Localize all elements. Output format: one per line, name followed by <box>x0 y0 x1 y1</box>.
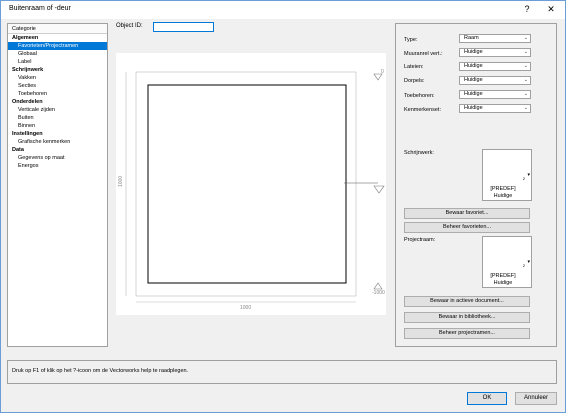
joinery-label: Schrijnwerk: <box>404 150 434 156</box>
category-group[interactable]: Instellingen <box>8 130 107 138</box>
category-item[interactable]: Secties <box>8 82 107 90</box>
chevron-down-icon: ⌄ <box>523 77 528 83</box>
title-bar: Buitenraam of -deur ? ✕ <box>1 1 565 19</box>
object-id-input[interactable] <box>153 22 214 32</box>
joinery-thumbnail[interactable]: [PREDEF] Huidige 2 ▾ <box>482 149 532 201</box>
lintels-value: Huidige <box>464 63 483 69</box>
sills-value: Huidige <box>464 77 483 83</box>
type-label: Type: <box>404 37 418 43</box>
category-group[interactable]: Data <box>8 146 107 154</box>
chevron-down-icon: ⌄ <box>523 49 528 55</box>
category-item[interactable]: Energos <box>8 162 107 170</box>
chevron-down-icon: ⌄ <box>523 35 528 41</box>
save-in-library-button[interactable]: Bewaar in bibliotheek... <box>404 312 530 323</box>
category-group[interactable]: Onderdelen <box>8 98 107 106</box>
joinery-thumbnail-sub: Huidige <box>493 193 513 199</box>
type-value: Raam <box>464 35 479 41</box>
category-item[interactable]: Favorieten/Projectramen <box>8 42 107 50</box>
wall-detail-select[interactable]: Huidige ⌄ <box>459 48 531 57</box>
category-item[interactable]: Vakken <box>8 74 107 82</box>
category-item[interactable]: Globaal <box>8 50 107 58</box>
category-group[interactable]: Algemeen <box>8 34 107 42</box>
joinery-thumbnail-num: 2 <box>522 176 525 181</box>
manage-favorites-button[interactable]: Beheer favorieten... <box>404 222 530 233</box>
cancel-button[interactable]: Annuleer <box>515 392 557 405</box>
category-items: Algemeen Favorieten/Projectramen Globaal La… <box>8 34 107 170</box>
lintels-label: Lateien: <box>404 64 424 70</box>
project-window-thumbnail-sub: Huidige <box>493 280 513 286</box>
attribute-set-label: Kenmerkenset: <box>404 107 441 113</box>
ok-button[interactable]: OK <box>467 392 507 405</box>
save-favorite-button[interactable]: Bewaar favoriet... <box>404 208 530 219</box>
width-dimension-text: 1000 <box>240 305 251 311</box>
height-dimension-text: 1000 <box>118 176 124 187</box>
bottom-dimension-text: -1000 <box>372 290 385 296</box>
help-box: Druk op F1 of klik op het ?-icoon om de … <box>7 360 557 384</box>
wall-detail-label: Muuranrel vert.: <box>404 51 443 57</box>
sills-select[interactable]: Huidige ⌄ <box>459 76 531 85</box>
dropdown-arrow-icon: ▾ <box>527 172 530 178</box>
chevron-down-icon: ⌄ <box>523 63 528 69</box>
category-item[interactable]: Verticale zijden <box>8 106 107 114</box>
save-in-document-button[interactable]: Bewaar in actieve document... <box>404 296 530 307</box>
attribute-set-select[interactable]: Huidige ⌄ <box>459 104 531 113</box>
joinery-thumbnail-name: [PREDEF] <box>490 186 516 192</box>
chevron-down-icon: ⌄ <box>523 105 528 111</box>
top-dimension-text: 0 <box>381 69 384 75</box>
sill-level-marker-icon <box>373 185 385 194</box>
bottom-level-marker-icon <box>373 282 383 290</box>
preview-drawing: 1000 1000 -1000 0 <box>118 69 385 311</box>
category-item[interactable]: Grafische kenmerken <box>8 138 107 146</box>
category-item[interactable]: Label <box>8 58 107 66</box>
category-item[interactable]: Buiten <box>8 114 107 122</box>
object-id-label: Object ID: <box>116 23 143 29</box>
accessories-label: Toebehoren: <box>404 93 435 99</box>
project-window-label: Projectraam: <box>404 237 436 243</box>
project-window-thumbnail-name: [PREDEF] <box>490 273 516 279</box>
category-list: Categorie Algemeen Favorieten/Projectrame… <box>7 23 108 347</box>
dropdown-arrow-icon: ▾ <box>527 259 530 265</box>
category-group[interactable]: Schrijnwerk <box>8 66 107 74</box>
chevron-down-icon: ⌄ <box>523 91 528 97</box>
close-icon[interactable]: ✕ <box>545 4 557 15</box>
attribute-set-value: Huidige <box>464 105 483 111</box>
help-text: Druk op F1 of klik op het ?-icoon om de … <box>12 368 189 374</box>
category-item[interactable]: Gegevens op maat <box>8 154 107 162</box>
lintels-select[interactable]: Huidige ⌄ <box>459 62 531 71</box>
project-window-thumbnail[interactable]: [PREDEF] Huidige 2 ▾ <box>482 236 532 288</box>
sills-label: Dorpels: <box>404 78 425 84</box>
type-select[interactable]: Raam ⌄ <box>459 34 531 43</box>
window-preview: 1000 1000 -1000 0 <box>116 53 386 315</box>
accessories-value: Huidige <box>464 91 483 97</box>
wall-detail-value: Huidige <box>464 49 483 55</box>
category-header: Categorie <box>8 24 107 34</box>
window-title: Buitenraam of -deur <box>9 5 71 12</box>
category-item[interactable]: Toebehoren <box>8 90 107 98</box>
help-title-button[interactable]: ? <box>521 4 533 14</box>
accessories-select[interactable]: Huidige ⌄ <box>459 90 531 99</box>
window-outline <box>147 84 347 284</box>
project-window-thumbnail-num: 2 <box>522 263 525 268</box>
manage-project-windows-button[interactable]: Beheer projectramen... <box>404 328 530 339</box>
category-item[interactable]: Binnen <box>8 122 107 130</box>
